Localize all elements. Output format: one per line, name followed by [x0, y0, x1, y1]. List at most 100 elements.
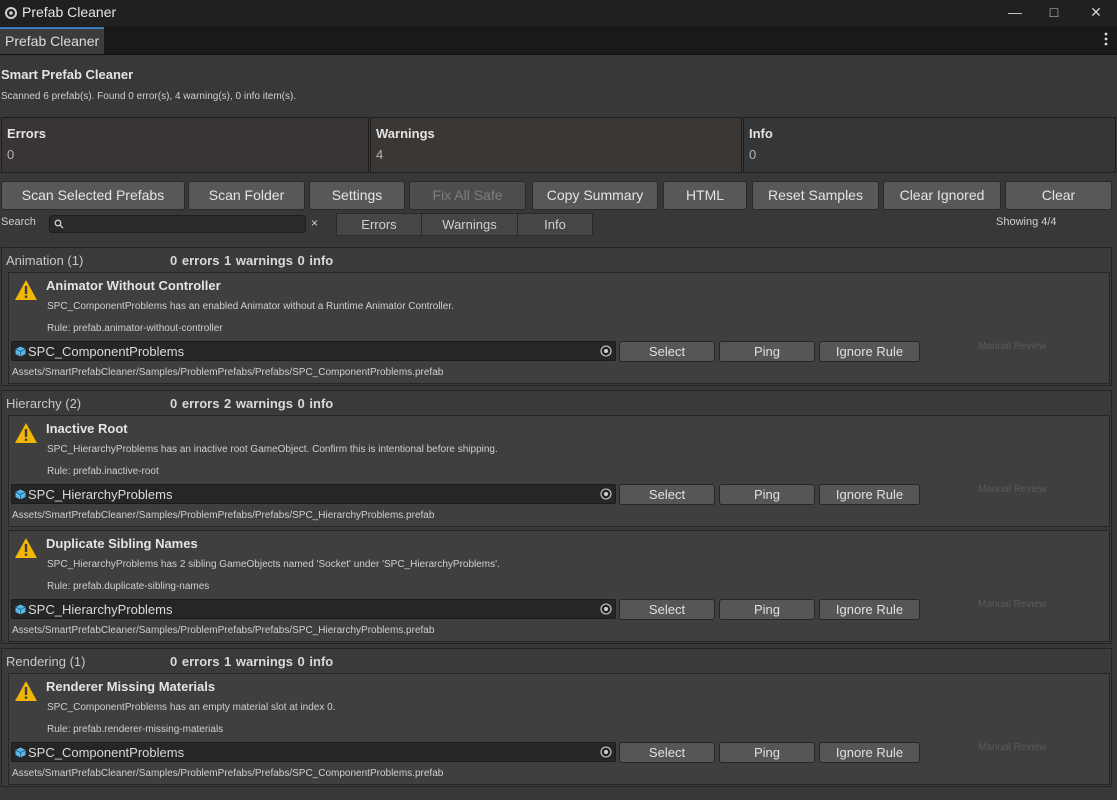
- page-title: Smart Prefab Cleaner: [1, 67, 134, 82]
- issue-title: Animator Without Controller: [46, 278, 221, 293]
- info-card-value: 0: [749, 147, 757, 162]
- issue-title: Duplicate Sibling Names: [46, 536, 198, 551]
- clear-button[interactable]: Clear: [1005, 181, 1112, 210]
- manual-review-label: Manual Review: [978, 341, 1047, 352]
- issue-rule: Rule: prefab.animator-without-controller: [47, 323, 223, 334]
- group-rendering-stats: 0 errors 1 warnings 0 info: [170, 654, 334, 669]
- reset-samples-button[interactable]: Reset Samples: [752, 181, 879, 210]
- ping-button[interactable]: Ping: [719, 742, 815, 763]
- group-hierarchy: Hierarchy (2) 0 errors 2 warnings 0 info…: [1, 390, 1112, 644]
- filter-tab-info[interactable]: Info: [517, 213, 593, 236]
- prefab-cube-icon: [15, 604, 26, 615]
- errors-card: Errors 0: [1, 117, 369, 173]
- prefab-cube-icon: [15, 489, 26, 500]
- warning-icon: [15, 681, 37, 701]
- object-picker-icon[interactable]: [600, 746, 612, 758]
- group-animation-stats: 0 errors 1 warnings 0 info: [170, 253, 334, 268]
- issue-title: Inactive Root: [46, 421, 128, 436]
- object-field[interactable]: SPC_ComponentProblems: [11, 341, 616, 361]
- object-picker-icon[interactable]: [600, 488, 612, 500]
- warnings-card: Warnings 4: [370, 117, 742, 173]
- issue-rule: Rule: prefab.duplicate-sibling-names: [47, 581, 210, 592]
- manual-review-label: Manual Review: [978, 484, 1047, 495]
- ping-button[interactable]: Ping: [719, 341, 815, 362]
- issue-card: Renderer Missing Materials SPC_Component…: [8, 673, 1110, 785]
- object-field[interactable]: SPC_HierarchyProblems: [11, 484, 616, 504]
- search-label: Search: [1, 216, 36, 228]
- ignore-rule-button[interactable]: Ignore Rule: [819, 484, 920, 505]
- warning-icon: [15, 538, 37, 558]
- asset-path: Assets/SmartPrefabCleaner/Samples/Proble…: [12, 625, 435, 636]
- group-animation: Animation (1) 0 errors 1 warnings 0 info…: [1, 247, 1112, 386]
- object-name: SPC_HierarchyProblems: [28, 602, 173, 617]
- issue-card: Duplicate Sibling Names SPC_HierarchyPro…: [8, 530, 1110, 642]
- group-hierarchy-stats: 0 errors 2 warnings 0 info: [170, 396, 334, 411]
- select-button[interactable]: Select: [619, 599, 715, 620]
- minimize-button[interactable]: —: [995, 0, 1035, 26]
- ping-button[interactable]: Ping: [719, 484, 815, 505]
- scan-summary: Scanned 6 prefab(s). Found 0 error(s), 4…: [1, 91, 297, 102]
- issue-message: SPC_ComponentProblems has an enabled Ani…: [47, 301, 454, 312]
- errors-card-value: 0: [7, 147, 15, 162]
- copy-summary-button[interactable]: Copy Summary: [532, 181, 658, 210]
- search-field[interactable]: [49, 215, 306, 233]
- object-field[interactable]: SPC_ComponentProblems: [11, 742, 616, 762]
- manual-review-label: Manual Review: [978, 599, 1047, 610]
- ignore-rule-button[interactable]: Ignore Rule: [819, 742, 920, 763]
- warning-icon: [15, 423, 37, 443]
- select-button[interactable]: Select: [619, 341, 715, 362]
- maximize-button[interactable]: □: [1034, 0, 1074, 26]
- close-button[interactable]: ✕: [1076, 0, 1116, 26]
- fix-all-safe-button[interactable]: Fix All Safe: [409, 181, 526, 210]
- issue-title: Renderer Missing Materials: [46, 679, 216, 694]
- clear-ignored-button[interactable]: Clear Ignored: [883, 181, 1001, 210]
- ping-button[interactable]: Ping: [719, 599, 815, 620]
- filter-tab-errors[interactable]: Errors: [336, 213, 422, 236]
- select-button[interactable]: Select: [619, 484, 715, 505]
- group-rendering-header[interactable]: Rendering (1): [6, 654, 86, 669]
- errors-card-label: Errors: [7, 126, 47, 141]
- issue-card: Inactive Root SPC_HierarchyProblems has …: [8, 415, 1110, 527]
- unity-gear-icon: [5, 7, 17, 19]
- issue-rule: Rule: prefab.inactive-root: [47, 466, 159, 477]
- settings-button[interactable]: Settings: [309, 181, 405, 210]
- object-picker-icon[interactable]: [600, 345, 612, 357]
- select-button[interactable]: Select: [619, 742, 715, 763]
- warning-icon: [15, 280, 37, 300]
- tab-prefab-cleaner[interactable]: Prefab Cleaner: [0, 27, 104, 54]
- prefab-cube-icon: [15, 747, 26, 758]
- search-icon: [54, 219, 64, 229]
- info-card-label: Info: [749, 126, 773, 141]
- prefab-cube-icon: [15, 346, 26, 357]
- scan-folder-button[interactable]: Scan Folder: [188, 181, 305, 210]
- object-picker-icon[interactable]: [600, 603, 612, 615]
- object-field[interactable]: SPC_HierarchyProblems: [11, 599, 616, 619]
- issue-rule: Rule: prefab.renderer-missing-materials: [47, 724, 224, 735]
- issue-card: Animator Without Controller SPC_Componen…: [8, 272, 1110, 384]
- warnings-card-label: Warnings: [376, 126, 435, 141]
- issue-message: SPC_ComponentProblems has an empty mater…: [47, 702, 336, 713]
- title-bar: Prefab Cleaner — □ ✕: [0, 0, 1117, 26]
- issue-message: SPC_HierarchyProblems has an inactive ro…: [47, 444, 498, 455]
- ignore-rule-button[interactable]: Ignore Rule: [819, 341, 920, 362]
- asset-path: Assets/SmartPrefabCleaner/Samples/Proble…: [12, 367, 444, 378]
- asset-path: Assets/SmartPrefabCleaner/Samples/Proble…: [12, 768, 444, 779]
- object-name: SPC_ComponentProblems: [28, 344, 185, 359]
- object-name: SPC_HierarchyProblems: [28, 487, 173, 502]
- more-options-icon[interactable]: [1103, 31, 1109, 47]
- scan-selected-prefabs-button[interactable]: Scan Selected Prefabs: [1, 181, 185, 210]
- group-animation-header[interactable]: Animation (1): [6, 253, 83, 268]
- group-rendering: Rendering (1) 0 errors 1 warnings 0 info…: [1, 648, 1112, 787]
- filter-tab-warnings[interactable]: Warnings: [421, 213, 518, 236]
- window-title: Prefab Cleaner: [22, 4, 117, 20]
- group-hierarchy-header[interactable]: Hierarchy (2): [6, 396, 81, 411]
- clear-search-icon[interactable]: ×: [311, 216, 318, 230]
- issue-message: SPC_HierarchyProblems has 2 sibling Game…: [47, 559, 500, 570]
- tab-bar: Prefab Cleaner: [0, 26, 1117, 55]
- ignore-rule-button[interactable]: Ignore Rule: [819, 599, 920, 620]
- object-name: SPC_ComponentProblems: [28, 745, 185, 760]
- html-export-button[interactable]: HTML: [663, 181, 747, 210]
- search-input[interactable]: [66, 216, 302, 232]
- info-card: Info 0: [743, 117, 1116, 173]
- manual-review-label: Manual Review: [978, 742, 1047, 753]
